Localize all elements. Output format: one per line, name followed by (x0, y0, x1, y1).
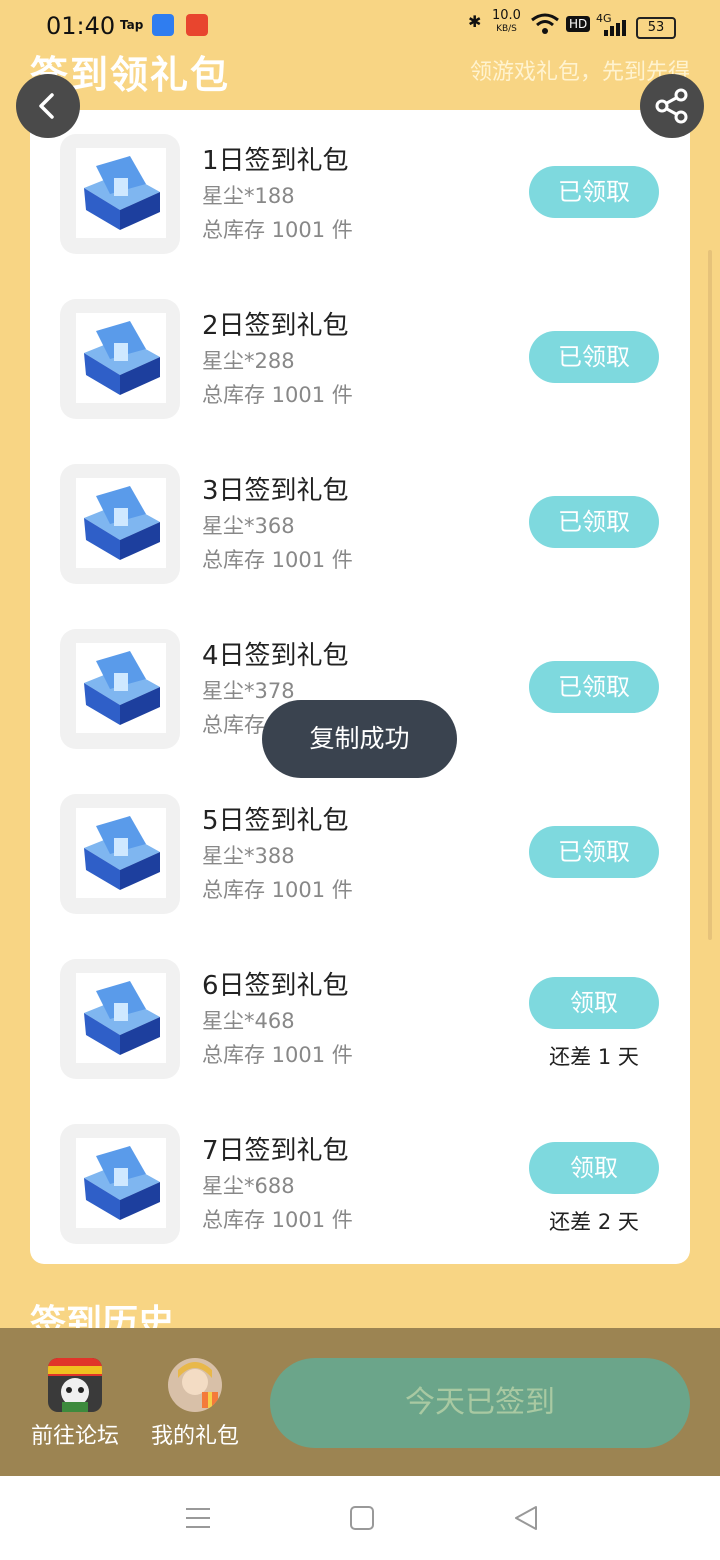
forum-button[interactable]: 前往论坛 (25, 1358, 125, 1450)
gift-row: 5日签到礼包 星尘*388 总库存 1001 件 已领取 (30, 790, 690, 914)
claimed-button[interactable]: 已领取 (529, 166, 659, 218)
claimed-button[interactable]: 已领取 (529, 826, 659, 878)
back-button[interactable] (16, 74, 80, 138)
gift-name: 6日签到礼包 (202, 971, 349, 1001)
gift-thumbnail (60, 299, 180, 419)
gift-row: 3日签到礼包 星尘*368 总库存 1001 件 已领取 (30, 460, 690, 584)
gift-thumbnail (60, 134, 180, 254)
gift-row: 7日签到礼包 星尘*688 总库存 1001 件 领取 还差 2 天 (30, 1120, 690, 1244)
gift-chest-icon (76, 973, 166, 1063)
gift-thumbnail (60, 629, 180, 749)
gift-name: 3日签到礼包 (202, 476, 349, 506)
days-left-label: 还差 2 天 (549, 1210, 639, 1234)
gift-chest-icon (76, 148, 166, 238)
gift-name: 2日签到礼包 (202, 311, 349, 341)
claim-button[interactable]: 领取 (529, 1142, 659, 1194)
gift-row: 1日签到礼包 星尘*188 总库存 1001 件 已领取 (30, 130, 690, 254)
gift-stock: 总库存 1001 件 (202, 548, 353, 572)
app-notification-icon-2 (186, 14, 208, 36)
gift-name: 5日签到礼包 (202, 806, 349, 836)
forum-label: 前往论坛 (30, 1424, 119, 1449)
network-speed-unit: KB/S (496, 24, 517, 34)
gift-stock: 总库存 1001 件 (202, 878, 353, 902)
chevron-left-icon (39, 93, 54, 119)
gift-thumbnail (60, 1124, 180, 1244)
home-icon[interactable] (348, 1504, 376, 1532)
bottom-action-bar: 前往论坛 我的礼包 今天已签到 (0, 1328, 720, 1476)
gift-reward: 星尘*288 (202, 349, 295, 373)
gift-stock: 总库存 1001 件 (202, 383, 353, 407)
wifi-icon (530, 12, 560, 40)
gift-chest-icon (76, 313, 166, 403)
gift-chest-icon (76, 808, 166, 898)
hd-badge: HD (566, 16, 591, 32)
claimed-button[interactable]: 已领取 (529, 331, 659, 383)
gift-reward: 星尘*188 (202, 184, 295, 208)
gift-name: 1日签到礼包 (202, 146, 349, 176)
signed-in-today-button[interactable]: 今天已签到 (270, 1358, 690, 1448)
claim-button[interactable]: 领取 (529, 977, 659, 1029)
gift-name: 4日签到礼包 (202, 641, 349, 671)
days-left-label: 还差 1 天 (549, 1045, 639, 1069)
network-speed-value: 10.0 (492, 8, 521, 23)
bluetooth-icon: ✱ (468, 12, 482, 31)
gift-row: 2日签到礼包 星尘*288 总库存 1001 件 已领取 (30, 295, 690, 419)
my-gifts-avatar-icon (168, 1358, 222, 1412)
share-button[interactable] (640, 74, 704, 138)
back-triangle-icon[interactable] (512, 1504, 540, 1532)
claimed-button[interactable]: 已领取 (529, 661, 659, 713)
gift-name: 7日签到礼包 (202, 1136, 349, 1166)
gift-chest-icon (76, 1138, 166, 1228)
my-gifts-button[interactable]: 我的礼包 (145, 1358, 245, 1450)
gift-thumbnail (60, 464, 180, 584)
menu-icon[interactable] (184, 1504, 212, 1532)
tap-app-icon: Tap (120, 18, 144, 32)
gift-thumbnail (60, 794, 180, 914)
gift-chest-icon (76, 643, 166, 733)
share-icon (655, 88, 688, 124)
gift-stock: 总库存 1001 件 (202, 1208, 353, 1232)
gift-thumbnail (60, 959, 180, 1079)
toast-message: 复制成功 (262, 700, 457, 778)
gift-reward: 星尘*688 (202, 1174, 295, 1198)
forum-game-icon (48, 1358, 102, 1412)
gift-reward: 星尘*468 (202, 1009, 295, 1033)
gift-chest-icon (76, 478, 166, 568)
gift-reward: 星尘*388 (202, 844, 295, 868)
my-gifts-label: 我的礼包 (150, 1424, 239, 1449)
gift-stock: 总库存 1001 件 (202, 218, 353, 242)
scrollbar[interactable] (708, 250, 712, 940)
gift-reward: 星尘*378 (202, 679, 295, 703)
app-notification-icon (152, 14, 174, 36)
gift-list-card: 1日签到礼包 星尘*188 总库存 1001 件 已领取 2日签到礼包 星尘*2… (30, 110, 690, 1264)
claimed-button[interactable]: 已领取 (529, 496, 659, 548)
battery-indicator: 53 (636, 17, 676, 39)
signal-icon (604, 20, 628, 40)
gift-reward: 星尘*368 (202, 514, 295, 538)
system-nav-bar (0, 1476, 720, 1560)
gift-row: 6日签到礼包 星尘*468 总库存 1001 件 领取 还差 1 天 (30, 955, 690, 1079)
network-speed: 10.0 KB/S (492, 8, 521, 35)
status-time: 01:40 (46, 12, 116, 40)
gift-stock: 总库存 1001 件 (202, 1043, 353, 1067)
